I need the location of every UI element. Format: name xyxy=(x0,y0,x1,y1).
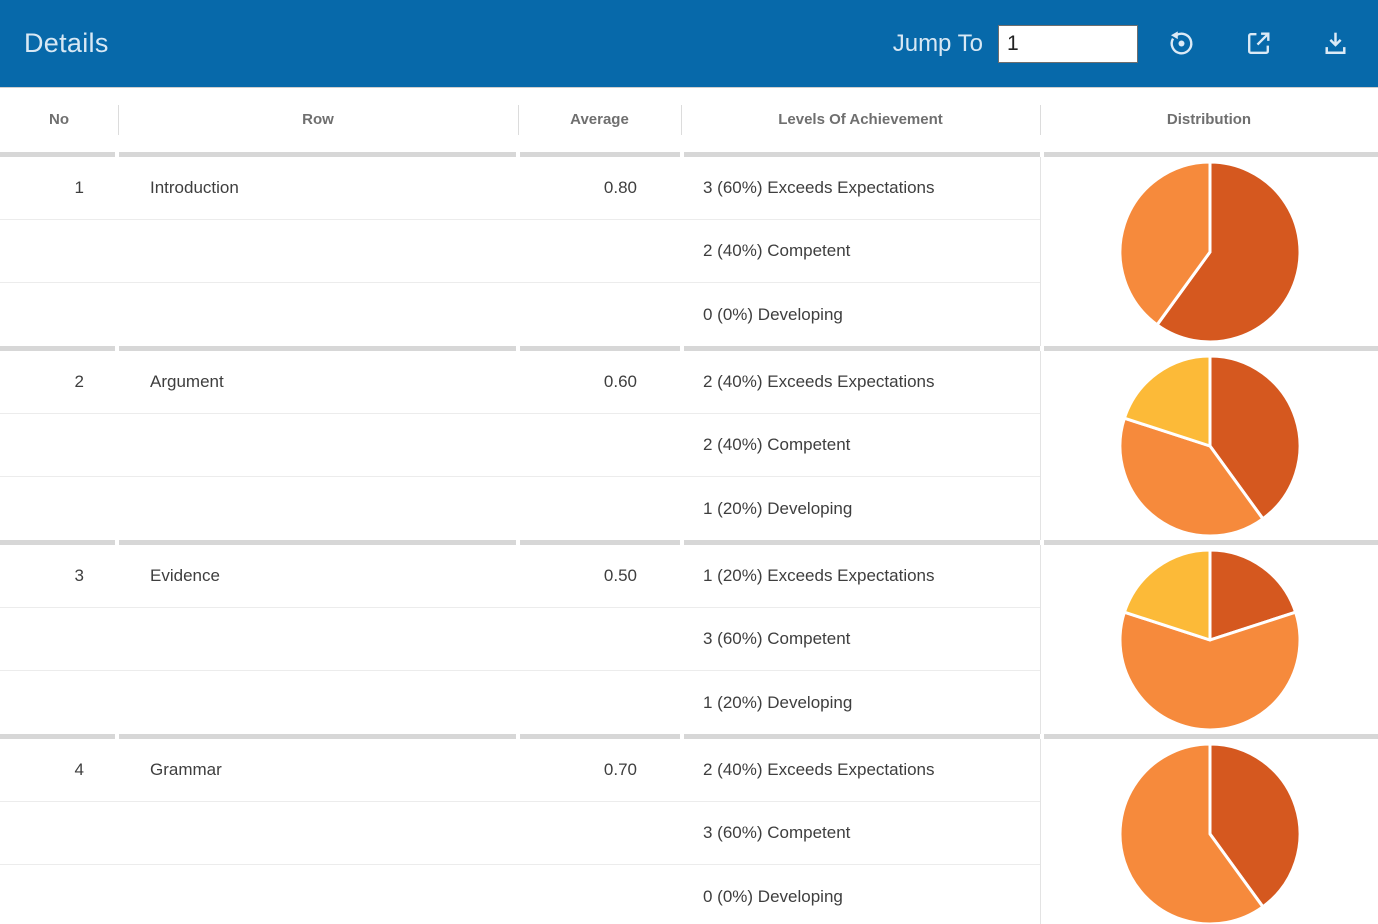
level-competent: 2 (40%) Competent xyxy=(681,241,1040,261)
table-row-group: 1 Introduction 0.80 3 (60%) Exceeds Expe… xyxy=(0,152,1378,346)
details-panel: Details Jump To xyxy=(0,0,1378,924)
download-icon xyxy=(1319,27,1352,60)
distribution-pie-chart xyxy=(1040,351,1378,540)
row-name: Grammar xyxy=(118,760,518,780)
open-in-new-button[interactable] xyxy=(1241,27,1275,61)
level-exceeds-expectations: 2 (40%) Exceeds Expectations xyxy=(681,372,1040,392)
row-average: 0.80 xyxy=(518,178,681,198)
reset-history-button[interactable] xyxy=(1164,27,1198,61)
row-number: 2 xyxy=(0,372,118,392)
row-name: Introduction xyxy=(118,178,518,198)
level-exceeds-expectations: 3 (60%) Exceeds Expectations xyxy=(681,178,1040,198)
column-header-row: Row xyxy=(118,88,518,152)
table-row-group: 3 Evidence 0.50 1 (20%) Exceeds Expectat… xyxy=(0,540,1378,734)
level-exceeds-expectations: 2 (40%) Exceeds Expectations xyxy=(681,760,1040,780)
column-header-average: Average xyxy=(518,88,681,152)
row-number: 3 xyxy=(0,566,118,586)
column-header-no: No xyxy=(0,88,118,152)
level-developing: 1 (20%) Developing xyxy=(681,499,1040,519)
row-average: 0.50 xyxy=(518,566,681,586)
distribution-pie-chart xyxy=(1040,157,1378,346)
row-name: Evidence xyxy=(118,566,518,586)
table-header: No Row Average Levels Of Achievement Dis… xyxy=(0,88,1378,152)
row-average: 0.70 xyxy=(518,760,681,780)
level-competent: 3 (60%) Competent xyxy=(681,823,1040,843)
table-body: 1 Introduction 0.80 3 (60%) Exceeds Expe… xyxy=(0,152,1378,924)
column-header-levels: Levels Of Achievement xyxy=(681,88,1040,152)
table-row-group: 2 Argument 0.60 2 (40%) Exceeds Expectat… xyxy=(0,346,1378,540)
table-row-group: 4 Grammar 0.70 2 (40%) Exceeds Expectati… xyxy=(0,734,1378,924)
jump-to-input[interactable] xyxy=(998,25,1138,63)
page-title: Details xyxy=(24,28,109,59)
level-competent: 3 (60%) Competent xyxy=(681,629,1040,649)
level-developing: 0 (0%) Developing xyxy=(681,305,1040,325)
level-exceeds-expectations: 1 (20%) Exceeds Expectations xyxy=(681,566,1040,586)
row-average: 0.60 xyxy=(518,372,681,392)
distribution-pie-chart xyxy=(1040,545,1378,734)
row-number: 1 xyxy=(0,178,118,198)
topbar-controls: Jump To xyxy=(893,25,1352,63)
level-developing: 0 (0%) Developing xyxy=(681,887,1040,907)
open-in-new-icon xyxy=(1242,27,1275,60)
download-button[interactable] xyxy=(1318,27,1352,61)
top-bar: Details Jump To xyxy=(0,0,1378,88)
level-competent: 2 (40%) Competent xyxy=(681,435,1040,455)
row-name: Argument xyxy=(118,372,518,392)
distribution-pie-chart xyxy=(1040,739,1378,924)
jump-to-label: Jump To xyxy=(893,30,983,58)
level-developing: 1 (20%) Developing xyxy=(681,693,1040,713)
column-header-distribution: Distribution xyxy=(1040,88,1378,152)
history-reset-icon xyxy=(1165,27,1198,60)
row-number: 4 xyxy=(0,760,118,780)
